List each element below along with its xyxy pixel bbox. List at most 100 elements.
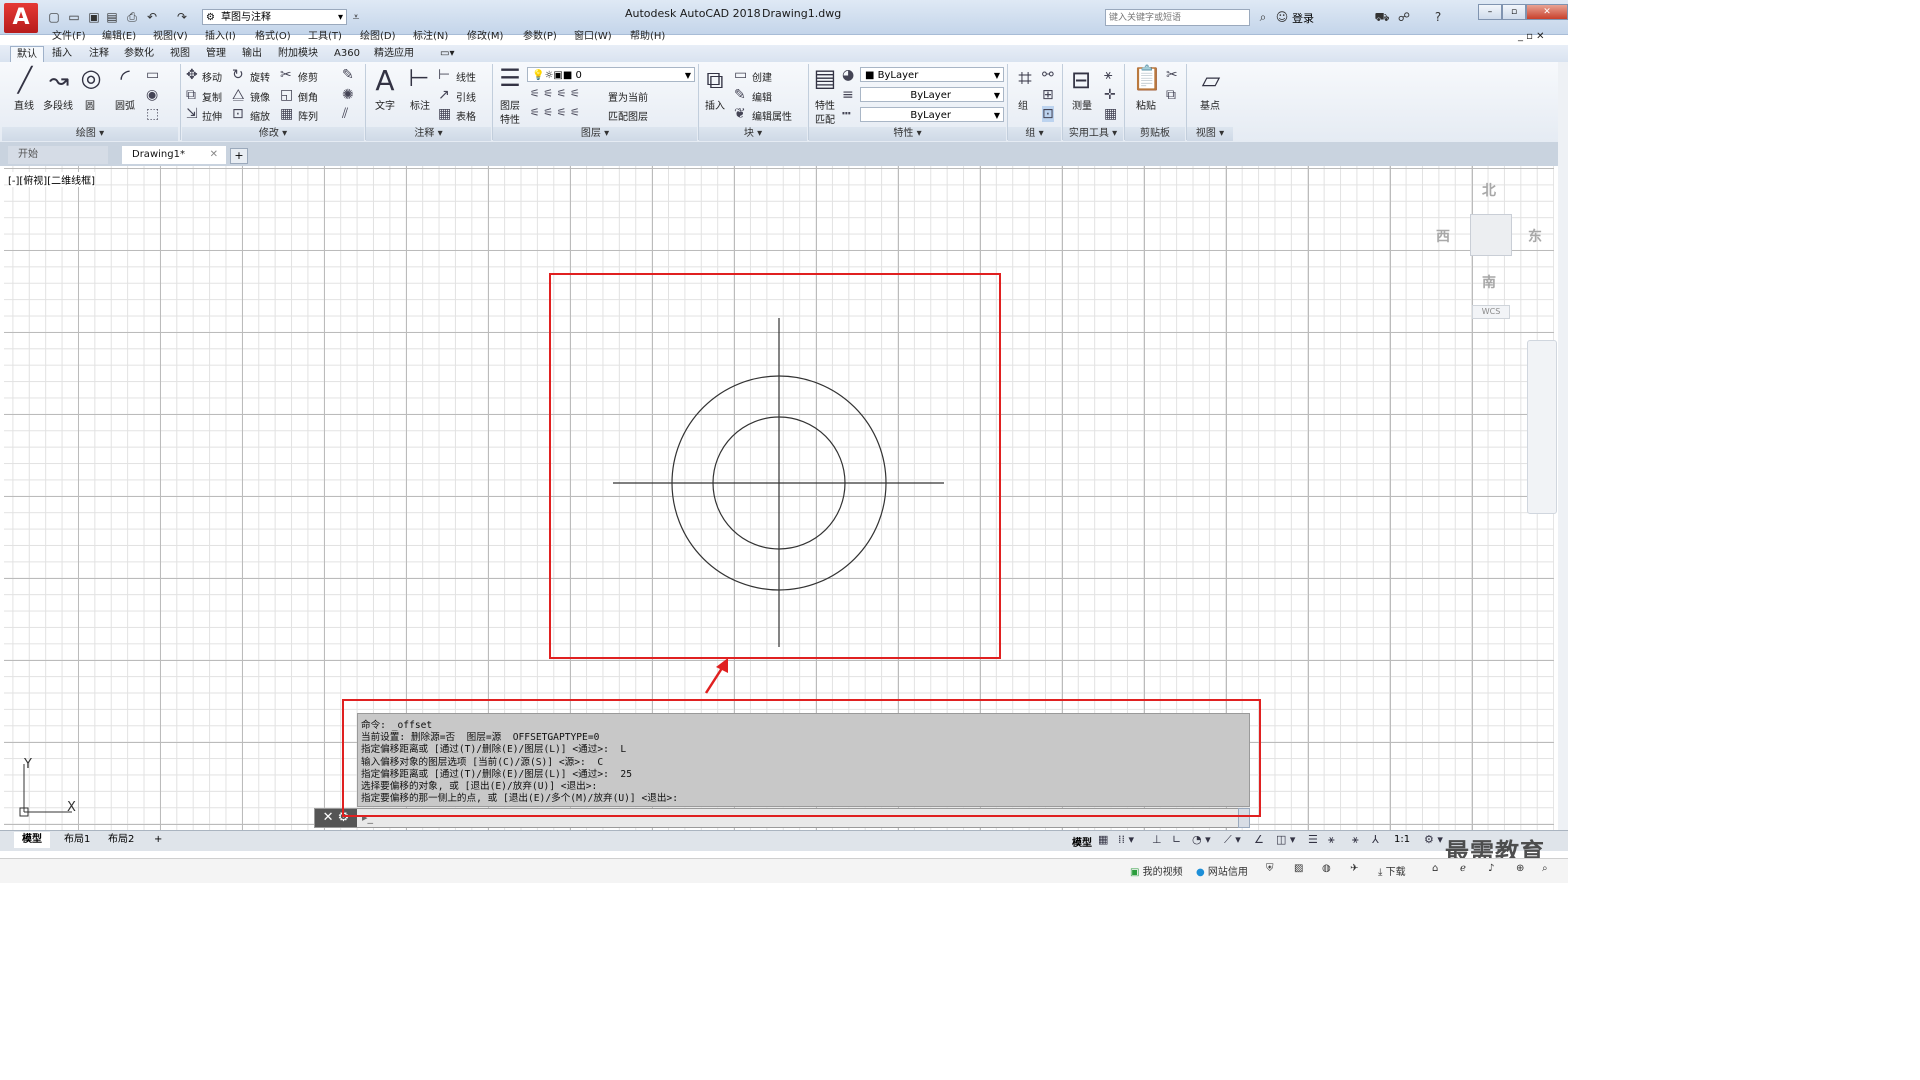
layer-tools-icon[interactable]: ⚟ ⚟ ⚟ ⚟ [530, 87, 580, 100]
fillet-icon[interactable]: ◱ [280, 87, 293, 103]
taskbar-download[interactable]: ⤓ 下载 [1378, 863, 1406, 878]
workspace-select[interactable]: ⚙ 草图与注释 ▾ [202, 9, 347, 25]
table-label[interactable]: 表格 [456, 108, 476, 123]
copy-clip-icon[interactable]: ⧉ [1166, 87, 1176, 103]
edit-label[interactable]: 编辑 [752, 89, 772, 104]
shield-icon[interactable]: ⛨ [1266, 863, 1274, 874]
base-view-icon[interactable]: ▱ [1198, 66, 1224, 94]
dimension-icon[interactable]: ⊢ [406, 64, 432, 92]
browser-icon[interactable]: ⌂ [1432, 863, 1438, 874]
tab-output[interactable]: 输出 [236, 46, 268, 62]
color-wheel-icon[interactable]: ◕ [842, 67, 854, 83]
close-icon[interactable]: ✕ [210, 146, 218, 164]
ie-icon[interactable]: ℯ [1460, 863, 1466, 874]
measure-icon[interactable]: ⊟ [1068, 66, 1094, 94]
search-input[interactable]: 键入关键字或短语 [1105, 9, 1250, 26]
panel-block-title[interactable]: 块 ▾ [699, 127, 807, 141]
ungroup-icon[interactable]: ⚯ [1042, 67, 1054, 83]
set-current-label[interactable]: 置为当前 [608, 89, 648, 104]
offset-icon[interactable]: ⫽ [342, 106, 348, 122]
redo-icon[interactable]: ↷ [174, 9, 190, 25]
panel-properties-title[interactable]: 特性 ▾ [809, 127, 1006, 141]
navigation-bar[interactable] [1527, 340, 1557, 514]
linetype-icon[interactable]: ┅ [842, 106, 850, 122]
match-properties-icon[interactable]: ▤ [812, 64, 838, 92]
menu-parametric[interactable]: 参数(P) [523, 29, 557, 45]
taskbar-net[interactable]: ● 网站信用 [1196, 863, 1248, 878]
rotate-label[interactable]: 旋转 [250, 69, 270, 84]
annotation-icon[interactable]: ⅄ [1372, 833, 1379, 846]
model-space-button[interactable]: 模型 [1072, 834, 1092, 849]
menu-window[interactable]: 窗口(W) [574, 29, 612, 45]
group-edit-icon[interactable]: ⊞ [1042, 87, 1054, 103]
dynucs-icon[interactable]: ◫ ▾ [1276, 833, 1295, 846]
otrack-icon[interactable]: ∠ [1254, 833, 1264, 846]
ortho-icon[interactable]: ∟ [1172, 833, 1181, 846]
workspace-gear-icon[interactable]: ⚙ ▾ [1424, 833, 1443, 846]
explode-icon[interactable]: ✺ [342, 87, 354, 103]
layer-properties-icon[interactable]: ☰ [497, 64, 523, 92]
osnap-icon[interactable]: ⟋ ▾ [1224, 833, 1241, 847]
point-icon[interactable]: ✛ [1104, 87, 1116, 103]
menu-modify[interactable]: 修改(M) [467, 29, 503, 45]
edit-attr-label[interactable]: 编辑属性 [752, 108, 792, 123]
tab-insert[interactable]: 插入 [46, 46, 78, 62]
cart-icon[interactable]: ⛟ [1374, 9, 1390, 25]
quick-select-icon[interactable]: ⚹ [1104, 67, 1112, 83]
polar-icon[interactable]: ◔ ▾ [1192, 833, 1211, 846]
calculator-icon[interactable]: ▦ [1104, 106, 1117, 122]
group-select-icon[interactable]: ⊡ [1042, 106, 1054, 122]
line-icon[interactable]: ╱ [12, 66, 38, 94]
layer-tools2-icon[interactable]: ⚟ ⚟ ⚟ ⚟ [530, 106, 580, 119]
panel-groups-title[interactable]: 组 ▾ [1008, 127, 1061, 141]
move-label[interactable]: 移动 [202, 69, 222, 84]
wcs-menu[interactable]: WCS [1472, 305, 1510, 319]
leader-icon[interactable]: ↗ [438, 87, 450, 103]
help-icon[interactable]: ? [1430, 9, 1446, 25]
login-button[interactable]: 登录 [1292, 10, 1314, 26]
array-label[interactable]: 阵列 [298, 108, 318, 123]
minimize-button[interactable]: – [1478, 4, 1502, 20]
linear-label[interactable]: 线性 [456, 69, 476, 84]
menu-edit[interactable]: 编辑(E) [102, 29, 136, 45]
viewcube-face[interactable] [1470, 214, 1512, 256]
tab-layout1[interactable]: 布局1 [56, 832, 98, 848]
insert-block-icon[interactable]: ⧉ [702, 66, 728, 94]
arc-icon[interactable]: ◜ [112, 64, 138, 92]
copy-icon[interactable]: ⧉ [186, 87, 196, 103]
group-icon[interactable]: ⌗ [1012, 64, 1038, 92]
infer-icon[interactable]: ⊥ [1152, 833, 1162, 846]
text-icon[interactable]: A [372, 64, 398, 97]
match-layer-label[interactable]: 匹配图层 [608, 108, 648, 123]
viewcube-north[interactable]: 北 [1482, 180, 1496, 200]
menu-format[interactable]: 格式(O) [255, 29, 291, 45]
panel-draw-title[interactable]: 绘图 ▾ [2, 127, 178, 141]
vertical-scrollbar[interactable] [1558, 62, 1568, 830]
taskbar-video[interactable]: ▣ 我的视频 [1130, 863, 1183, 878]
sound-icon[interactable]: ♪ [1488, 863, 1494, 874]
tab-addins[interactable]: 附加模块 [272, 46, 324, 62]
mirror-label[interactable]: 镜像 [250, 89, 270, 104]
menu-file[interactable]: 文件(F) [52, 29, 86, 45]
circle-icon[interactable]: ◎ [78, 64, 104, 92]
print-icon[interactable]: ⎙ [124, 9, 140, 25]
a360-icon[interactable]: ☍ [1396, 9, 1412, 25]
linear-icon[interactable]: ⊢ [438, 67, 450, 83]
menu-view[interactable]: 视图(V) [153, 29, 188, 45]
tab-view[interactable]: 视图 [164, 46, 196, 62]
add-tab-button[interactable]: + [230, 148, 248, 164]
copy-label[interactable]: 复制 [202, 89, 222, 104]
layer-select[interactable]: 💡☼▣■ 0 ▼ [527, 67, 695, 82]
stretch-icon[interactable]: ⇲ [186, 106, 198, 122]
rectangle-icon[interactable]: ▭ [146, 67, 159, 83]
doc-minimize-icon[interactable]: _ ▫ ✕ [1518, 29, 1545, 45]
save-icon[interactable]: ▣ [86, 9, 102, 25]
tab-drawing1[interactable]: Drawing1* ✕ [122, 146, 226, 164]
array-icon[interactable]: ▦ [280, 106, 293, 122]
cut-icon[interactable]: ✂ [1166, 67, 1178, 83]
grid-icon[interactable]: ▦ [1098, 833, 1108, 846]
menu-help[interactable]: 帮助(H) [630, 29, 665, 45]
menu-tools[interactable]: 工具(T) [308, 29, 342, 45]
panel-view-title[interactable]: 视图 ▾ [1187, 127, 1233, 141]
tool-icon[interactable]: ✈ [1350, 863, 1358, 874]
